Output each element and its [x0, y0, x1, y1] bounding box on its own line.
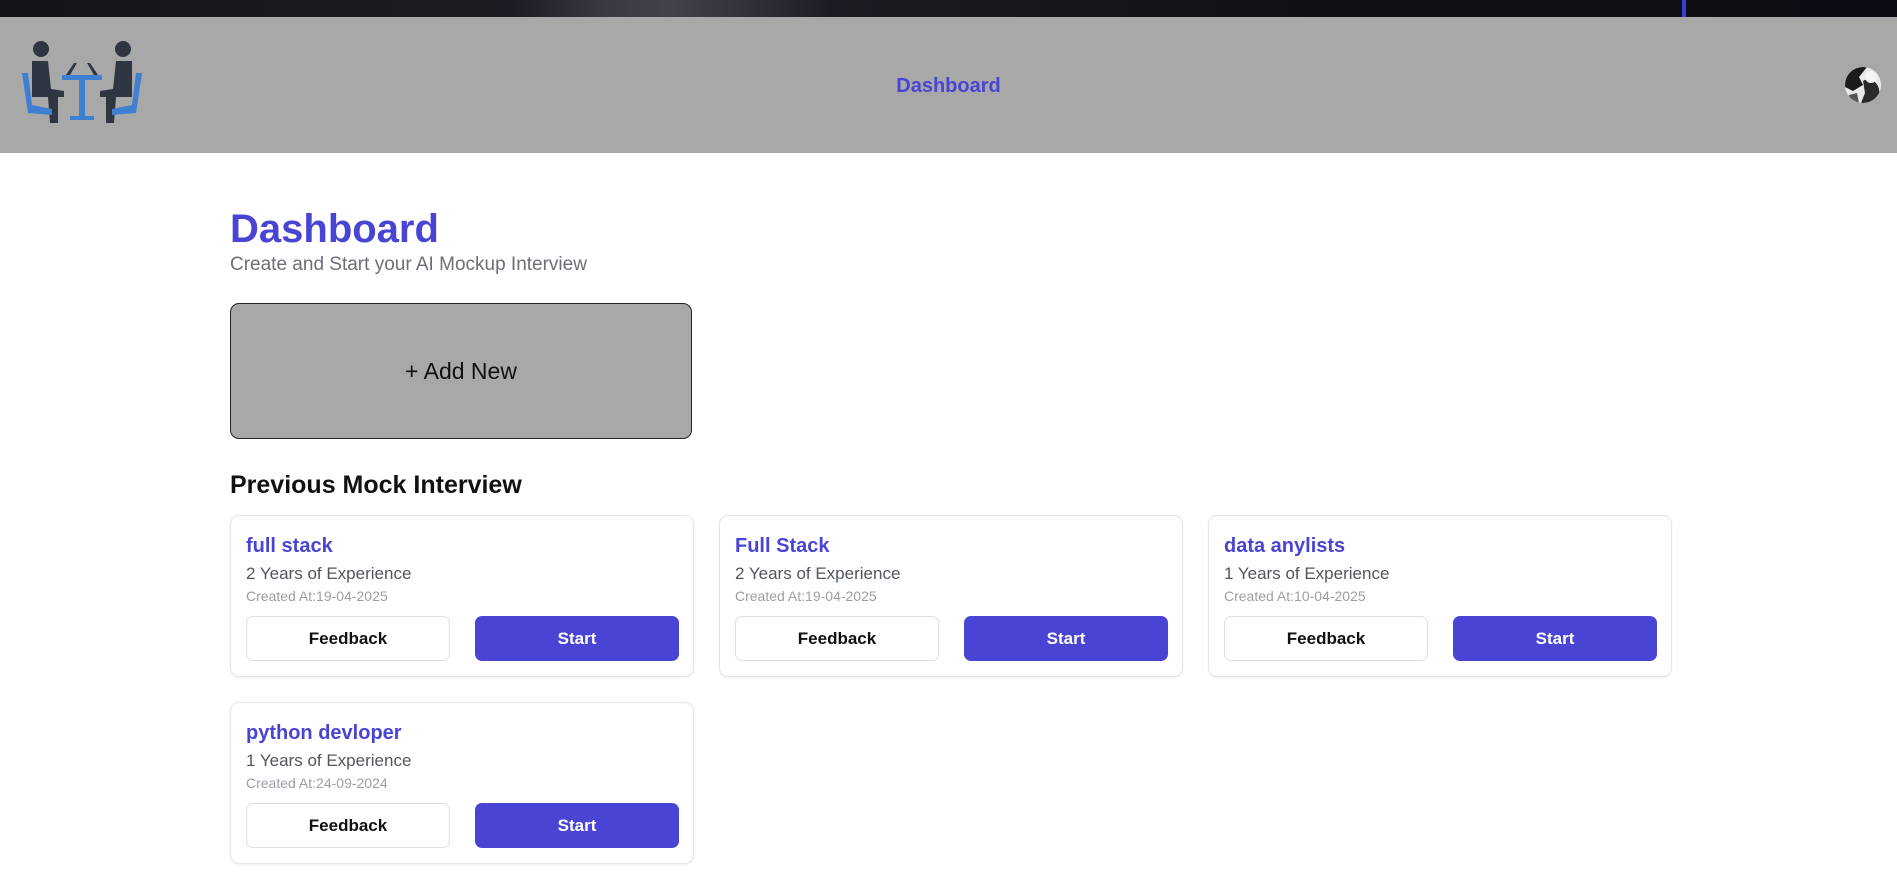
interview-role: full stack — [246, 535, 333, 557]
created-label: Created At: — [1224, 588, 1295, 604]
start-button[interactable]: Start — [1453, 616, 1657, 661]
interview-card: full stack 2 Years of Experience Created… — [230, 515, 694, 677]
add-new-interview-button[interactable]: + Add New — [230, 303, 692, 439]
interview-created-at: Created At:19-04-2025 — [246, 587, 388, 605]
nav-link-dashboard[interactable]: Dashboard — [896, 75, 1000, 97]
feedback-button[interactable]: Feedback — [1224, 616, 1428, 661]
created-date: 19-04-2025 — [805, 588, 877, 604]
interview-experience: 1 Years of Experience — [1224, 564, 1390, 583]
interview-created-at: Created At:24-09-2024 — [246, 774, 388, 792]
created-label: Created At: — [246, 775, 317, 791]
avatar-image — [1845, 67, 1881, 103]
interview-role: Full Stack — [735, 535, 830, 557]
user-avatar[interactable] — [1845, 67, 1881, 103]
interview-experience: 1 Years of Experience — [246, 751, 412, 770]
top-strip-accent — [1682, 0, 1686, 17]
start-button[interactable]: Start — [475, 616, 679, 661]
interview-card: python devloper 1 Years of Experience Cr… — [230, 702, 694, 864]
interview-experience: 2 Years of Experience — [246, 564, 412, 583]
start-button[interactable]: Start — [475, 803, 679, 848]
created-date: 24-09-2024 — [316, 775, 388, 791]
top-strip-highlight — [515, 0, 825, 17]
interview-role: python devloper — [246, 722, 402, 744]
interview-card: data anylists 1 Years of Experience Crea… — [1208, 515, 1672, 677]
browser-top-strip — [0, 0, 1897, 17]
interview-created-at: Created At:19-04-2025 — [735, 587, 877, 605]
interview-created-at: Created At:10-04-2025 — [1224, 587, 1366, 605]
add-new-label: + Add New — [405, 357, 517, 384]
page-title: Dashboard — [230, 207, 439, 251]
feedback-button[interactable]: Feedback — [246, 803, 450, 848]
interview-role: data anylists — [1224, 535, 1346, 557]
created-date: 10-04-2025 — [1294, 588, 1366, 604]
interview-card: Full Stack 2 Years of Experience Created… — [719, 515, 1183, 677]
created-label: Created At: — [735, 588, 806, 604]
nav-link-dashboard-wrapper: Dashboard — [0, 75, 1897, 98]
previous-interviews-title: Previous Mock Interview — [230, 471, 522, 499]
page-subtitle: Create and Start your AI Mockup Intervie… — [230, 254, 587, 275]
feedback-button[interactable]: Feedback — [735, 616, 939, 661]
app-header: Dashboard — [0, 17, 1897, 153]
interview-experience: 2 Years of Experience — [735, 564, 901, 583]
created-label: Created At: — [246, 588, 317, 604]
start-button[interactable]: Start — [964, 616, 1168, 661]
feedback-button[interactable]: Feedback — [246, 616, 450, 661]
created-date: 19-04-2025 — [316, 588, 388, 604]
